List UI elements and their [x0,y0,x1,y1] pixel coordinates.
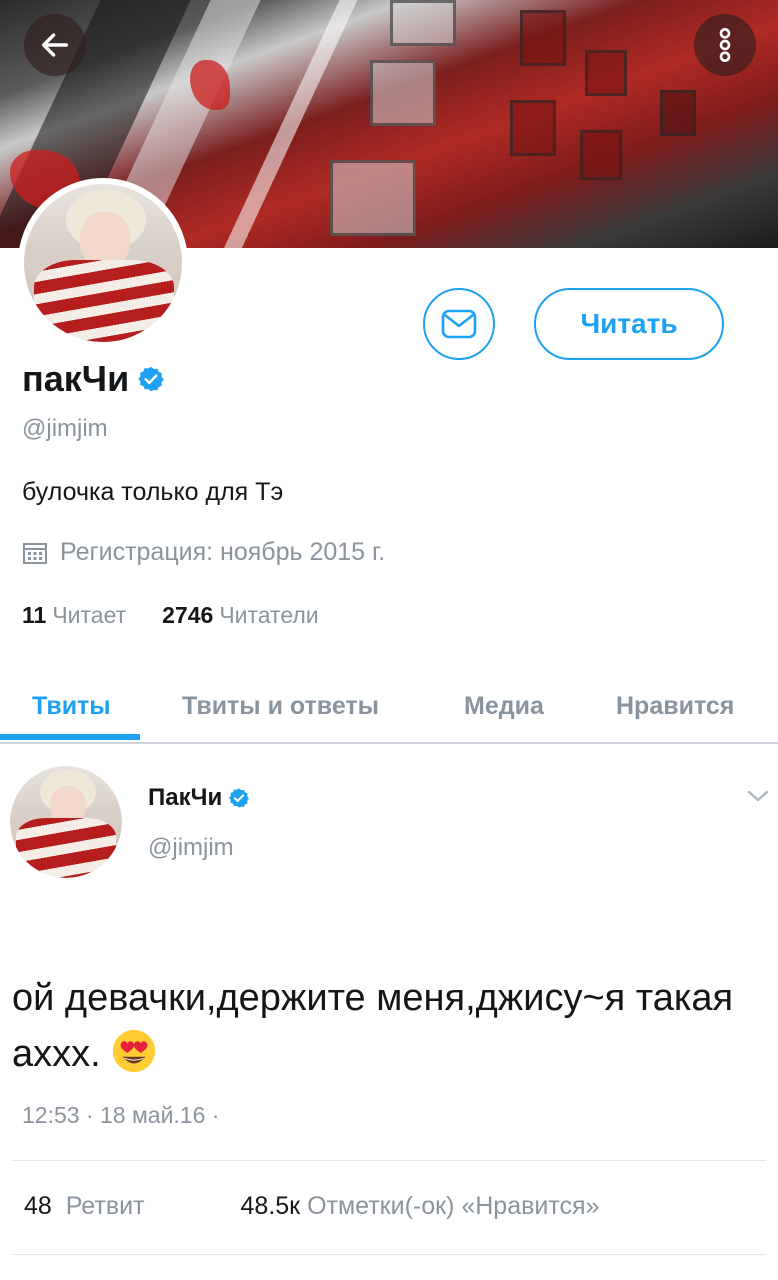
likes-stat[interactable]: 48.5к Отметки(-ок) «Нравится» [241,1192,600,1221]
likes-count: 48.5к [240,1192,301,1220]
tweet-text: ой девачки,держите меня,джису~я такая ах… [12,970,772,1082]
more-vertical-icon [719,27,731,63]
tweet-author-row: ПакЧи [148,784,250,812]
tweet-author-handle: @jimjim [148,834,234,861]
mail-icon [441,309,477,339]
likes-label: Отметки(-ок) «Нравится» [307,1192,600,1220]
calendar-icon [23,542,47,564]
profile-name-row: пакЧи [22,358,165,400]
verified-badge-icon [228,787,250,809]
profile-avatar[interactable] [18,178,188,348]
following-count: 11 [22,602,47,628]
follow-button-label: Читать [580,308,678,339]
joined-text: Регистрация: ноябрь 2015 г. [60,538,386,566]
profile-bio: булочка только для Тэ [22,478,284,506]
divider [12,1254,766,1255]
heart-eyes-emoji-icon [113,1029,156,1073]
tweet-avatar-image [10,766,122,878]
followers-stat[interactable]: 2746 Читатели [162,602,318,629]
verified-badge-icon [137,365,165,393]
tweet-author-name[interactable]: ПакЧи [148,784,222,812]
arrow-left-icon [41,33,69,57]
followers-count: 2746 [162,602,214,628]
more-options-button[interactable] [694,14,756,76]
chevron-down-icon[interactable] [746,788,770,804]
tab-media[interactable]: Медиа [464,692,544,721]
avatar-image [24,184,182,342]
tweet-stats: 48 Ретвит 48.5к Отметки(-ок) «Нравится» [24,1192,599,1221]
profile-name: пакЧи [22,358,130,399]
divider [12,1160,766,1161]
followers-label: Читатели [219,602,319,628]
active-tab-indicator [0,734,140,740]
back-button[interactable] [24,14,86,76]
follow-button[interactable]: Читать [534,288,724,360]
tweet-timestamp: 12:53 · 18 май.16 · [22,1102,220,1128]
following-label: Читает [52,602,127,628]
profile-joined: Регистрация: ноябрь 2015 г. [22,538,385,567]
profile-handle: @jimjim [22,415,108,442]
retweet-count: 48 [24,1192,52,1220]
message-button[interactable] [423,288,495,360]
tweet-avatar[interactable] [10,766,122,878]
tab-likes[interactable]: Нравится [616,692,734,721]
retweet-stat[interactable]: 48 Ретвит [24,1192,145,1221]
tab-tweets-replies[interactable]: Твиты и ответы [182,692,379,721]
tab-tweets[interactable]: Твиты [32,692,111,721]
retweet-label: Ретвит [65,1192,145,1220]
profile-stats: 11 Читает 2746 Читатели [22,602,319,629]
following-stat[interactable]: 11 Читает [22,602,126,629]
